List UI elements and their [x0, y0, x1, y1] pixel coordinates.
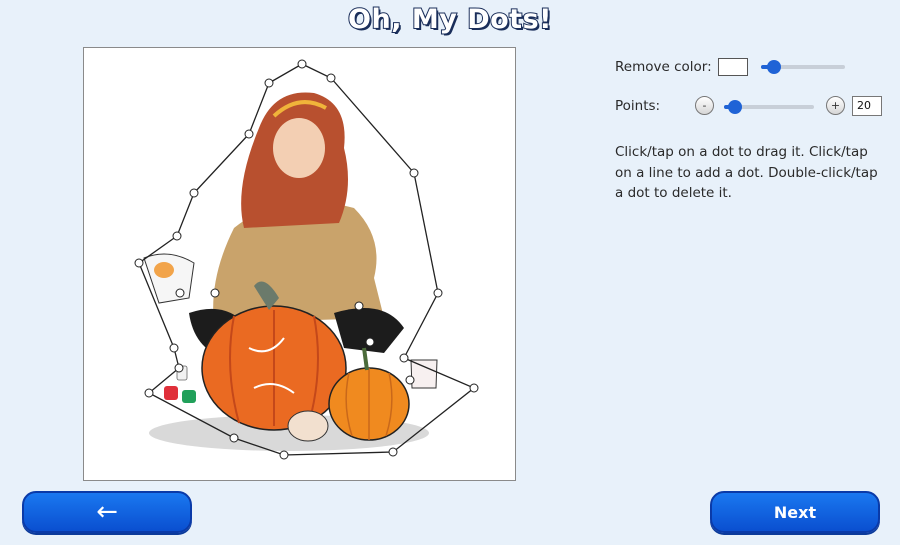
remove-color-row: Remove color:	[615, 58, 748, 76]
help-text: Click/tap on a dot to drag it. Click/tap…	[615, 144, 878, 201]
points-number-input[interactable]: 20	[852, 96, 882, 116]
image-canvas[interactable]	[83, 47, 516, 481]
next-button-label: Next	[773, 502, 817, 522]
remove-color-slider[interactable]	[761, 60, 845, 74]
remove-color-swatch[interactable]	[717, 58, 748, 76]
points-increase-button[interactable]: +	[826, 96, 845, 115]
arrow-left-icon: ←	[96, 497, 118, 527]
remove-color-label: Remove color:	[615, 59, 712, 75]
points-label: Points:	[615, 98, 661, 114]
remove-color-slider-thumb[interactable]	[766, 60, 781, 74]
next-button[interactable]: Next	[710, 491, 880, 533]
illustration	[134, 59, 479, 460]
points-slider[interactable]	[724, 100, 814, 114]
points-slider-thumb[interactable]	[727, 100, 742, 114]
points-row: Points:	[615, 98, 660, 114]
app-logo: Oh, My Dots!	[347, 3, 552, 36]
back-button[interactable]: ←	[22, 491, 192, 533]
points-decrease-button[interactable]: -	[695, 96, 714, 115]
